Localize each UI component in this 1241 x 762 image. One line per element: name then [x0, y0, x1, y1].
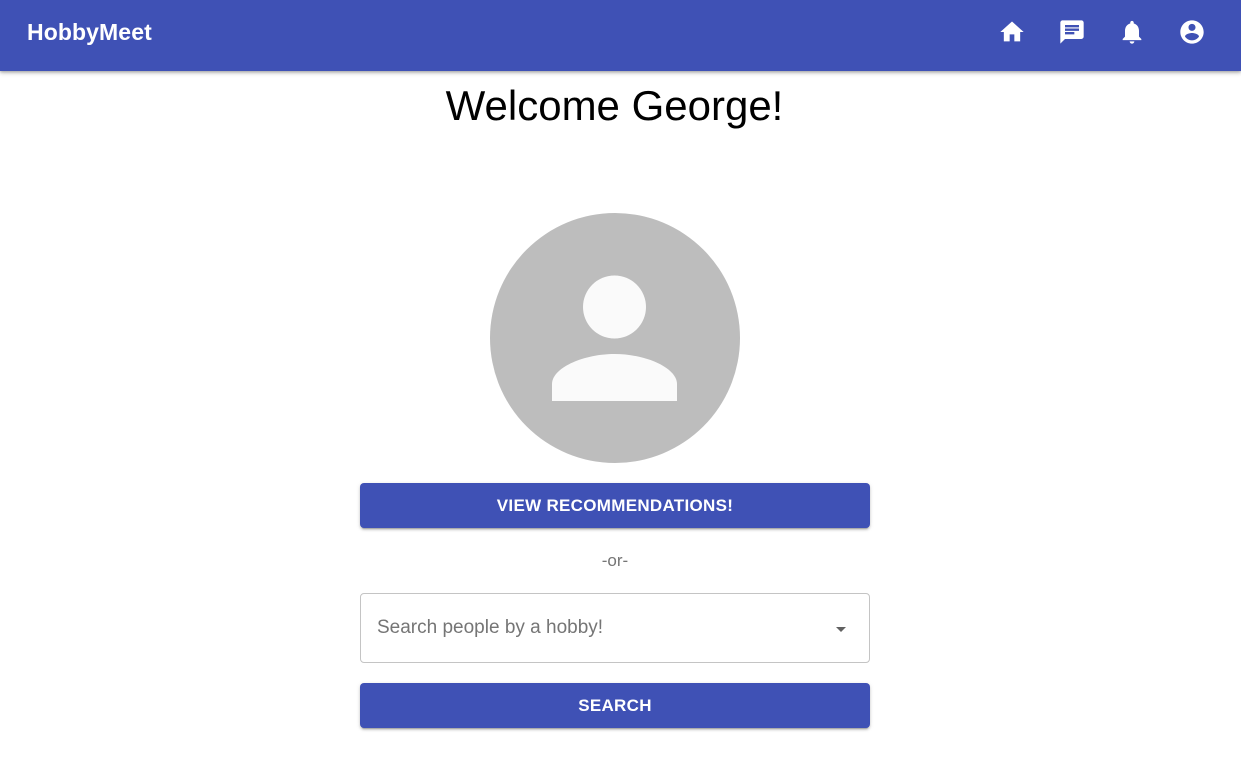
dropdown-arrow-icon[interactable] — [829, 617, 853, 641]
account-circle-icon — [1180, 20, 1204, 44]
notifications-button[interactable] — [1110, 10, 1154, 54]
messages-button[interactable] — [1050, 10, 1094, 54]
welcome-heading: Welcome George! — [445, 82, 784, 129]
account-button[interactable] — [1170, 10, 1214, 54]
notifications-icon — [1122, 20, 1142, 44]
search-button[interactable]: Search — [360, 683, 870, 728]
hobby-search-select[interactable]: Search people by a hobby! — [360, 593, 870, 663]
home-icon — [1000, 21, 1024, 42]
app-bar: HobbyMeet — [0, 0, 1241, 71]
home-button[interactable] — [990, 10, 1034, 54]
person-icon — [552, 275, 677, 401]
chat-icon — [1060, 20, 1084, 44]
view-recommendations-button[interactable]: View Recommendations! — [360, 483, 870, 528]
or-separator: -or- — [601, 551, 629, 570]
brand-logo[interactable]: HobbyMeet — [27, 0, 152, 64]
hobby-search-placeholder: Search people by a hobby! — [377, 617, 604, 638]
avatar — [490, 213, 740, 463]
